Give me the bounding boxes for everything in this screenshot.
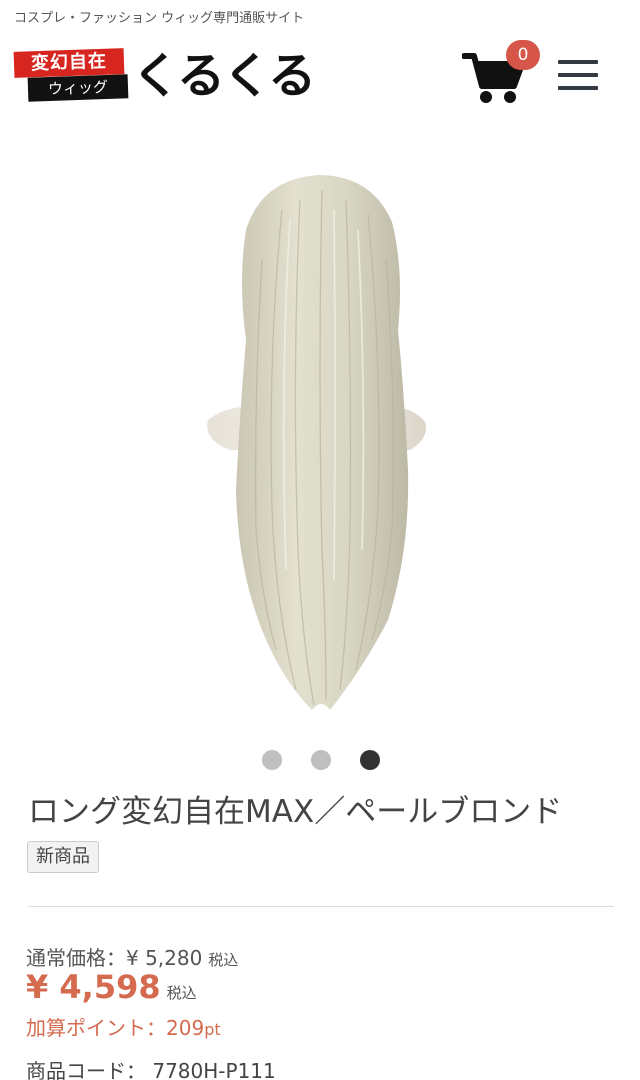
sale-price-tax: 税込 (166, 984, 197, 1002)
logo-wordmark: くるくる (132, 48, 316, 104)
hamburger-menu-icon-line (558, 86, 598, 90)
divider (28, 906, 614, 907)
carousel-dot[interactable] (262, 750, 282, 770)
reward-points-unit: pt (204, 1020, 221, 1039)
site-tagline: コスプレ・ファッション ウィッグ専門通販サイト (14, 11, 305, 26)
cart-count-badge: 0 (506, 40, 540, 70)
reward-points-label: 加算ポイント：209 (26, 1016, 205, 1040)
logo-badge-bottom: ウィッグ (27, 74, 129, 102)
carousel-dot-active[interactable] (360, 750, 380, 770)
site-logo[interactable]: 変幻自在 ウィッグ くるくる (13, 46, 324, 108)
new-product-badge: 新商品 (27, 841, 99, 873)
hamburger-menu-icon (558, 60, 598, 64)
hamburger-menu-icon-line (558, 73, 598, 77)
regular-price-label: 通常価格：¥ 5,280 (26, 946, 203, 970)
product-code-value: 7780H-P111 (152, 1059, 276, 1080)
product-image[interactable] (0, 150, 640, 730)
reward-points: 加算ポイント：209pt (26, 1012, 221, 1041)
sale-price: ¥ 4,598 税込 (26, 968, 197, 1006)
sale-price-amount: ¥ 4,598 (26, 968, 161, 1006)
product-code-label: 商品コード： (26, 1059, 146, 1080)
carousel-dots (0, 750, 640, 770)
product-code: 商品コード： 7780H-P111 (26, 1055, 276, 1080)
carousel-dot[interactable] (311, 750, 331, 770)
logo-badge: 変幻自在 ウィッグ (13, 48, 130, 102)
menu-button[interactable] (558, 60, 598, 90)
wig-photo (207, 175, 426, 710)
product-title: ロング変幻自在MAX／ペールブロンド (28, 794, 563, 830)
logo-badge-top: 変幻自在 (13, 48, 125, 78)
regular-price: 通常価格：¥ 5,280 税込 (26, 942, 238, 971)
regular-price-tax: 税込 (208, 951, 239, 969)
product-page: コスプレ・ファッション ウィッグ専門通販サイト 変幻自在 ウィッグ くるくる 0 (0, 0, 640, 1080)
